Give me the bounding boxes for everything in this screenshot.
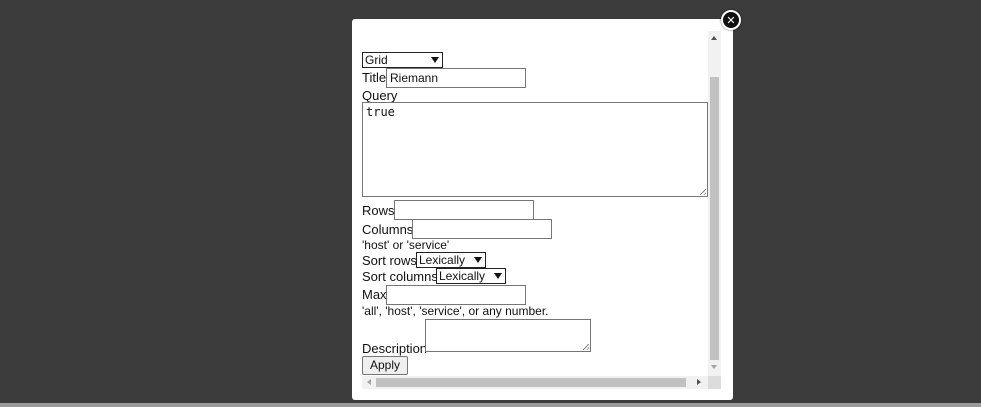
scroll-right-arrow-icon[interactable] <box>697 379 701 385</box>
rows-label: Rows <box>362 203 395 218</box>
max-input[interactable] <box>386 285 526 305</box>
chevron-down-icon <box>431 57 439 63</box>
sort-columns-value: Lexically <box>439 269 486 283</box>
view-type-select[interactable]: Grid <box>362 52 443 68</box>
columns-label: Columns <box>362 222 414 237</box>
close-icon[interactable]: ✕ <box>721 10 741 30</box>
scroll-up-arrow-icon[interactable] <box>711 36 717 40</box>
sort-columns-select[interactable]: Lexically <box>436 268 506 284</box>
title-input[interactable]: Riemann <box>386 68 526 88</box>
description-textarea[interactable] <box>425 319 591 352</box>
view-type-value: Grid <box>365 53 388 67</box>
page-bottom-strip <box>0 403 981 407</box>
columns-input[interactable] <box>412 219 552 239</box>
query-label: Query <box>362 88 398 103</box>
resize-grip-icon[interactable] <box>700 189 706 195</box>
vertical-scroll-thumb[interactable] <box>710 77 719 360</box>
chevron-down-icon <box>474 257 482 263</box>
scroll-left-arrow-icon[interactable] <box>367 379 371 385</box>
chevron-down-icon <box>494 273 502 279</box>
scrollbar-corner <box>708 376 721 389</box>
description-label: Description <box>362 341 428 356</box>
scroll-down-arrow-icon[interactable] <box>711 365 717 369</box>
max-label: Max <box>362 287 387 302</box>
columns-hint: 'host' or 'service' <box>362 238 450 252</box>
sort-columns-label: Sort columns <box>362 269 438 284</box>
horizontal-scrollbar[interactable] <box>362 376 708 389</box>
sort-rows-label: Sort rows <box>362 253 417 268</box>
sort-rows-select[interactable]: Lexically <box>416 252 486 268</box>
vertical-scrollbar[interactable] <box>708 31 721 376</box>
title-label: Title <box>362 70 387 85</box>
sort-rows-value: Lexically <box>419 253 466 267</box>
rows-input[interactable] <box>394 200 534 220</box>
max-hint: 'all', 'host', 'service', or any number. <box>362 304 549 318</box>
modal-scroll-area[interactable]: Grid Title Riemann Query true Rows Colum… <box>362 31 721 389</box>
query-textarea-value: true <box>366 105 395 119</box>
title-input-value: Riemann <box>390 71 439 85</box>
horizontal-scroll-thumb[interactable] <box>376 378 686 387</box>
resize-grip-icon[interactable] <box>583 344 589 350</box>
apply-button-label: Apply <box>370 358 401 372</box>
apply-button[interactable]: Apply <box>362 356 409 375</box>
query-textarea[interactable]: true <box>362 102 708 197</box>
